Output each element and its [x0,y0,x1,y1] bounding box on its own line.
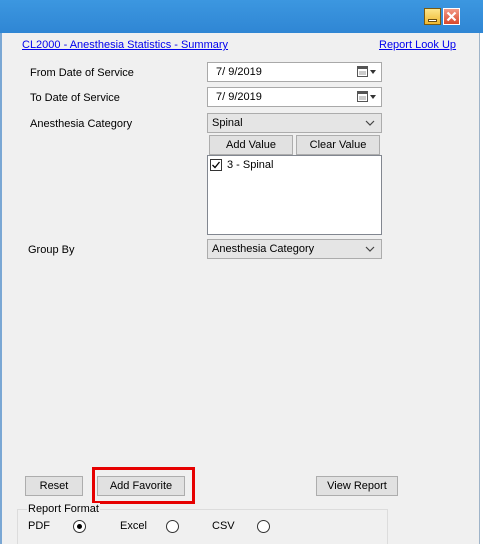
close-button[interactable] [443,8,460,25]
chevron-down-icon [365,246,375,252]
to-date-dropdown[interactable] [357,91,376,102]
from-date-label: From Date of Service [30,67,134,79]
chevron-down-icon [365,120,375,126]
group-by-value: Anesthesia Category [212,243,315,255]
to-date-label: To Date of Service [30,92,120,104]
reset-button[interactable]: Reset [25,476,83,496]
to-date-value: 7/ 9/2019 [216,91,262,103]
anesthesia-category-label: Anesthesia Category [30,118,133,130]
highlight-box [92,467,195,504]
list-item[interactable]: 3 - Spinal [210,159,273,171]
from-date-dropdown[interactable] [357,66,376,77]
format-option-csv-radio[interactable] [257,520,270,533]
calendar-icon [357,91,368,102]
anesthesia-category-select[interactable]: Spinal [207,113,382,133]
close-icon [446,11,457,22]
calendar-icon [357,66,368,77]
to-date-picker[interactable]: 7/ 9/2019 [207,87,382,107]
format-option-excel-label: Excel [120,520,147,532]
anesthesia-category-list[interactable]: 3 - Spinal [207,155,382,235]
format-option-pdf-label: PDF [28,520,50,532]
group-by-label: Group By [28,244,75,256]
chevron-down-icon [370,69,376,74]
report-panel [0,33,480,544]
minimize-icon [428,18,437,22]
list-item-label: 3 - Spinal [227,159,274,171]
report-lookup-link[interactable]: Report Look Up [379,39,456,51]
window-titlebar [0,0,483,33]
chevron-down-icon [370,94,376,99]
from-date-value: 7/ 9/2019 [216,66,262,78]
add-value-button[interactable]: Add Value [209,135,293,155]
view-report-button[interactable]: View Report [316,476,398,496]
group-by-select[interactable]: Anesthesia Category [207,239,382,259]
format-option-excel-radio[interactable] [166,520,179,533]
list-item-checkbox[interactable] [210,159,222,171]
clear-value-button[interactable]: Clear Value [296,135,380,155]
checkmark-icon [212,161,221,169]
anesthesia-category-value: Spinal [212,117,243,129]
minimize-button[interactable] [424,8,441,25]
format-option-csv-label: CSV [212,520,235,532]
report-format-legend: Report Format [27,503,100,515]
format-option-pdf-radio[interactable] [73,520,86,533]
report-title-link[interactable]: CL2000 - Anesthesia Statistics - Summary [22,39,228,51]
from-date-picker[interactable]: 7/ 9/2019 [207,62,382,82]
